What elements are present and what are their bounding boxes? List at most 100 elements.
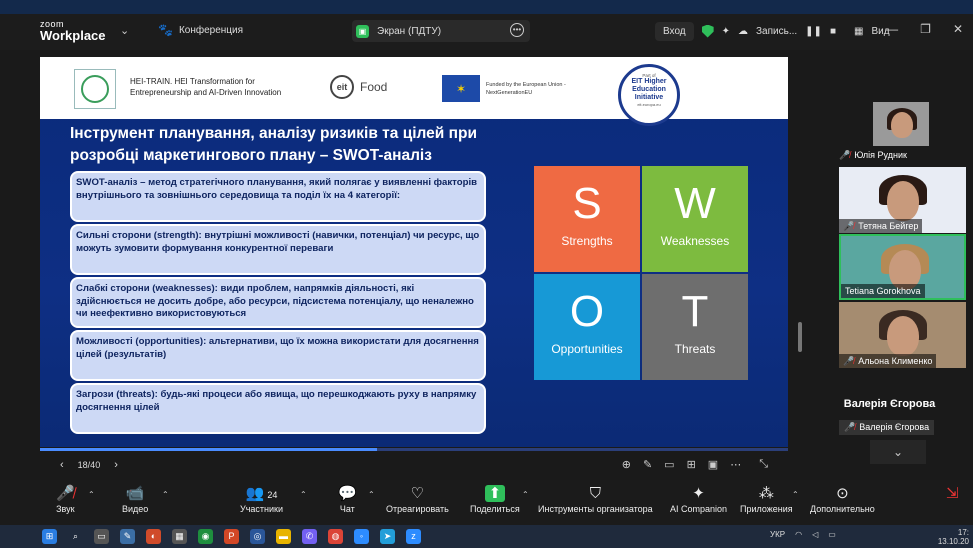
previous-slide-icon[interactable]: ‹ (60, 459, 64, 471)
browser-icon[interactable]: ◉ (198, 529, 213, 544)
video-tile-alona[interactable]: 🎤̸ Альона Клименко (839, 302, 966, 368)
swot-s-word: Strengths (561, 234, 613, 248)
video-tile-tetiana-g[interactable]: Tetiana Gorokhova (839, 234, 966, 300)
participant-no-video-name: Валерія Єгорова (843, 398, 936, 410)
close-icon[interactable]: ✕ (953, 22, 963, 36)
more-icon: ⊙ (836, 485, 849, 502)
slideshow-controls: ‹ 18/40 › ⊕ ✎ ▭ ⊞ ▣ ⋯ ⤡ (40, 451, 788, 479)
security-shield-icon[interactable] (701, 24, 714, 38)
muted-mic-icon: 🎤̸ (843, 355, 855, 366)
video-tile-yulia[interactable] (873, 102, 929, 146)
apps-button[interactable]: ⁂ Приложения (740, 484, 793, 514)
zoom-active-icon[interactable]: z (406, 529, 421, 544)
chrome-icon[interactable]: ◍ (328, 529, 343, 544)
reactions-button[interactable]: ♡ Отреагировать (386, 484, 449, 514)
clock-time: 17: (957, 528, 969, 537)
chevron-up-icon[interactable]: ⌃ (368, 490, 375, 499)
presentation-slide: HEI-TRAIN. HEI Transformation for Entrep… (40, 57, 788, 451)
chevron-up-icon[interactable]: ⌃ (792, 490, 799, 499)
eu-flag-icon: ✶ (442, 75, 480, 102)
meeting-toolbar: 🎤̸ Звук ⌃ 📹 Видео ⌃ 👥 24 Участники ⌃ 💬 Чат ⌃ … (0, 480, 973, 525)
battery-icon[interactable]: ▭ (828, 530, 836, 539)
stop-icon[interactable]: ■ (830, 26, 836, 37)
more-icon[interactable]: ••• (510, 23, 524, 37)
video-button[interactable]: 📹 Видео (122, 484, 148, 514)
share-screen-button[interactable]: ⬆ Поделиться (470, 484, 520, 514)
definition-box-opportunities: Можливості (opportunities): альтернативи… (70, 330, 486, 381)
panel-resize-handle[interactable] (798, 322, 802, 352)
zoom-icon[interactable]: ⊕ (622, 458, 631, 471)
definition-box-threats: Загрози (threats): будь-які процеси або … (70, 383, 486, 434)
participant-name-tag: 🎤̸ Юлія Рудник (839, 150, 907, 161)
calculator-icon[interactable]: ▦ (172, 529, 187, 544)
chevron-up-icon[interactable]: ⌃ (88, 490, 95, 499)
share-arrow-icon: ⬆ (470, 484, 520, 504)
app-icon[interactable]: ◐ (146, 529, 161, 544)
meeting-info[interactable]: 🐾 Конференция (158, 23, 243, 37)
recording-label: Запись... (756, 25, 798, 37)
chevron-down-icon[interactable]: ⌄ (120, 24, 129, 37)
join-audio-button[interactable]: Вход (655, 21, 694, 41)
wifi-icon[interactable]: ◠ (795, 530, 802, 539)
os-taskbar: ⊞ ⌕ ▭ ✎ ◐ ▦ ◉ P ◎ ▬ ✆ ◍ ◦ ➤ z УКР ◠ ◁ ▭ … (0, 525, 973, 548)
swot-strengths: S Strengths (534, 166, 640, 272)
next-slide-icon[interactable]: › (114, 459, 118, 471)
chat-label: Чат (339, 504, 355, 514)
chevron-up-icon[interactable]: ⌃ (522, 490, 529, 499)
muted-mic-icon: 🎤̸ (839, 150, 851, 160)
slide-header: HEI-TRAIN. HEI Transformation for Entrep… (40, 57, 788, 126)
clock-date: 13.10.20 (937, 537, 969, 546)
screen-icon[interactable]: ▣ (708, 458, 718, 471)
paw-icon: 🐾 (158, 23, 173, 37)
muted-mic-icon: 🎤̸ (56, 485, 75, 502)
apps-label: Приложения (740, 504, 793, 514)
badge-title: EIT Higher Education Initiative (631, 78, 667, 101)
more-options-icon[interactable]: ⋯ (730, 458, 741, 471)
more-button[interactable]: ⊙ Дополнительно (810, 484, 875, 514)
clock[interactable]: 17: 13.10.20 (938, 528, 969, 546)
host-tools-button[interactable]: ⛉ Инструменты организатора (538, 484, 653, 514)
participant-gallery: 🎤̸ Юлія Рудник 🎤̸ Тетяна Бейгер Tetiana G… (806, 50, 973, 480)
definition-list: SWOT-аналіз – метод стратегічного планув… (70, 171, 486, 436)
folder-icon[interactable]: ▬ (276, 529, 291, 544)
pen-icon[interactable]: ✎ (643, 458, 652, 471)
share-tab-label: Экран (ПДТУ) (377, 25, 442, 37)
subtitles-icon[interactable]: ▭ (664, 458, 674, 471)
powerpoint-icon[interactable]: P (224, 529, 239, 544)
swot-t-letter: T (681, 287, 709, 336)
app-icon[interactable]: ✎ (120, 529, 135, 544)
chevron-up-icon[interactable]: ⌃ (162, 490, 169, 499)
language-indicator[interactable]: УКР (770, 530, 785, 539)
sparkle-icon: ✦ (692, 485, 705, 502)
task-view-icon[interactable]: ▭ (94, 529, 109, 544)
chevron-down-icon[interactable]: ⌄ (870, 440, 926, 464)
participant-name-tag: 🎤̸ Валерія Єгорова (839, 420, 935, 435)
more-label: Дополнительно (810, 504, 875, 514)
zoom-taskbar-icon[interactable]: ◦ (354, 529, 369, 544)
restore-icon[interactable]: ❐ (920, 22, 931, 36)
chevron-up-icon[interactable]: ⌃ (300, 490, 307, 499)
viber-icon[interactable]: ✆ (302, 529, 317, 544)
windows-start-icon[interactable]: ⊞ (42, 529, 57, 544)
app-icon[interactable]: ◎ (250, 529, 265, 544)
reactions-label: Отреагировать (386, 504, 449, 514)
video-tile-tetiana-b[interactable]: 🎤̸ Тетяна Бейгер (839, 167, 966, 233)
pause-icon[interactable]: ❚❚ (805, 26, 822, 37)
participants-button[interactable]: 👥 24 Участники (240, 484, 283, 514)
chat-button[interactable]: 💬 Чат (338, 484, 357, 514)
grid-view-icon[interactable]: ⊞ (687, 458, 696, 471)
share-tab[interactable]: ▣ Экран (ПДТУ) ••• (352, 20, 530, 42)
leave-button[interactable]: ⇲ (946, 484, 959, 504)
slide-title: Інструмент планування, аналізу ризиків т… (70, 125, 477, 164)
swot-weaknesses: W Weaknesses (642, 166, 748, 272)
telegram-icon[interactable]: ➤ (380, 529, 395, 544)
slide-tools: ⊕ ✎ ▭ ⊞ ▣ ⋯ ⤡ (622, 458, 768, 471)
minimize-icon[interactable]: — (886, 22, 898, 36)
search-icon[interactable]: ⌕ (68, 529, 83, 544)
hei-logo (74, 69, 116, 109)
fullscreen-icon[interactable]: ⤡ (759, 458, 768, 471)
sparkle-icon[interactable]: ✦ (722, 26, 730, 37)
volume-icon[interactable]: ◁ (812, 530, 818, 539)
audio-button[interactable]: 🎤̸ Звук (56, 484, 75, 514)
ai-companion-button[interactable]: ✦ AI Companion (670, 484, 727, 514)
